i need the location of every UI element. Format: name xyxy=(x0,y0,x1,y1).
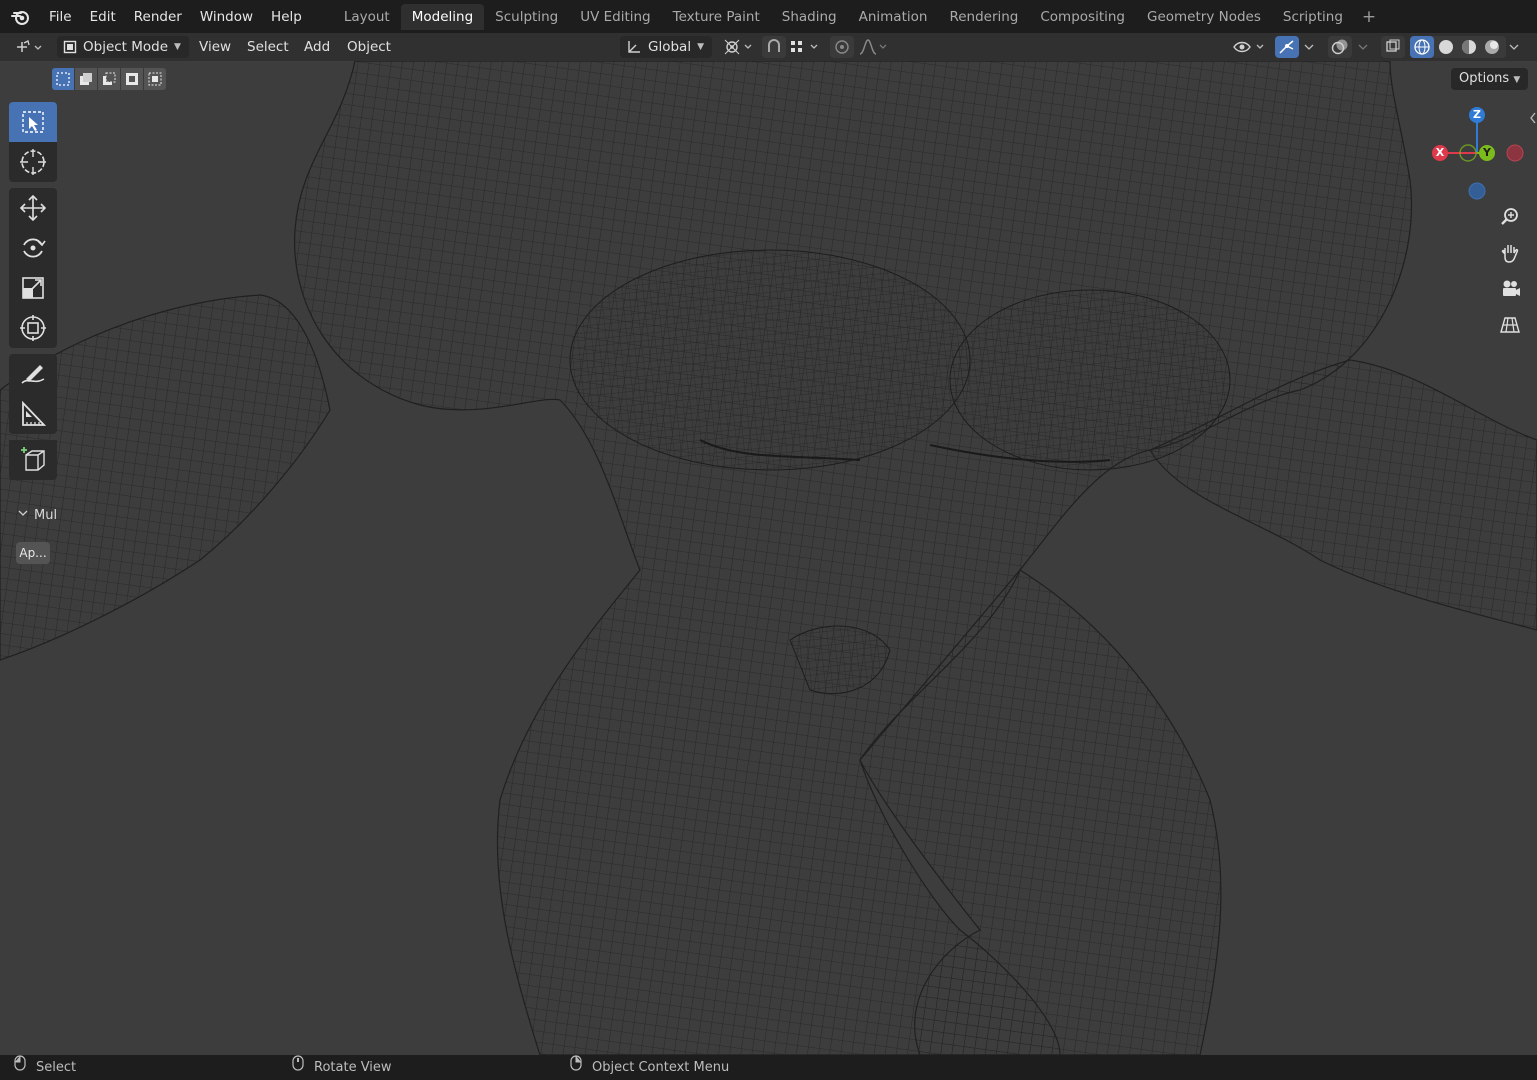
gizmo-y-axis[interactable]: Y xyxy=(1479,145,1495,161)
move-tool[interactable] xyxy=(9,188,57,228)
object-mode-icon xyxy=(63,40,77,54)
chevron-down-icon: ▼ xyxy=(174,42,181,52)
chevron-down-icon[interactable] xyxy=(1507,36,1521,58)
menu-add[interactable]: Add xyxy=(304,36,330,58)
workspace-tabs: Layout Modeling Sculpting UV Editing Tex… xyxy=(333,0,1384,33)
menu-object[interactable]: Object xyxy=(347,36,391,58)
status-rotate-label: Rotate View xyxy=(314,1060,392,1075)
select-extend-icon[interactable] xyxy=(75,68,98,90)
select-subtract-icon[interactable] xyxy=(98,68,121,90)
tool-shelf xyxy=(9,102,59,480)
options-label: Options xyxy=(1459,71,1510,86)
sidebar-toggle-icon[interactable] xyxy=(1528,111,1537,125)
select-intersect-icon[interactable] xyxy=(144,68,166,90)
tab-rendering[interactable]: Rendering xyxy=(938,4,1029,30)
status-select-label: Select xyxy=(36,1060,77,1075)
menu-file[interactable]: File xyxy=(40,4,81,30)
options-dropdown[interactable]: Options ▼ xyxy=(1451,68,1529,90)
menu-view[interactable]: View xyxy=(199,36,231,58)
transform-tool[interactable] xyxy=(9,308,57,348)
camera-view-icon[interactable] xyxy=(1494,273,1526,305)
scale-tool[interactable] xyxy=(9,268,57,308)
add-workspace-icon[interactable]: + xyxy=(1354,7,1384,27)
last-operator-title: Mul xyxy=(34,507,58,523)
show-gizmo-icon[interactable] xyxy=(1275,36,1299,58)
mouse-middle-icon xyxy=(292,1055,304,1080)
perspective-toggle-icon[interactable] xyxy=(1494,309,1526,341)
status-context-menu: Object Context Menu xyxy=(570,1055,729,1080)
mouse-left-icon xyxy=(14,1055,26,1080)
tab-scripting[interactable]: Scripting xyxy=(1272,4,1354,30)
menu-edit[interactable]: Edit xyxy=(81,4,125,30)
last-operator-panel[interactable]: Mul xyxy=(17,507,57,523)
mouse-right-icon xyxy=(570,1055,582,1080)
add-cube-tool[interactable] xyxy=(9,440,57,480)
snap-toggle-icon[interactable] xyxy=(762,36,786,58)
chevron-down-icon xyxy=(17,507,29,523)
menu-window[interactable]: Window xyxy=(191,4,262,30)
chevron-down-icon[interactable] xyxy=(1302,36,1316,58)
annotate-tool[interactable] xyxy=(9,354,57,394)
tab-shading[interactable]: Shading xyxy=(771,4,848,30)
chevron-down-icon: ▼ xyxy=(697,42,704,52)
pan-hand-icon[interactable] xyxy=(1494,237,1526,269)
chevron-down-icon[interactable] xyxy=(1356,36,1370,58)
tab-geometry-nodes[interactable]: Geometry Nodes xyxy=(1136,4,1272,30)
select-box-tool[interactable] xyxy=(9,102,57,142)
snap-target-icon[interactable] xyxy=(789,36,823,58)
gizmo-x-axis[interactable]: X xyxy=(1432,145,1448,161)
cursor-tool[interactable] xyxy=(9,142,57,182)
tab-layout[interactable]: Layout xyxy=(333,4,401,30)
editor-type-icon[interactable] xyxy=(14,36,44,58)
wireframe-mesh xyxy=(0,61,1537,1055)
status-select: Select xyxy=(14,1055,76,1080)
navigation-gizmo[interactable]: Z X Y xyxy=(1425,100,1535,210)
rotate-tool[interactable] xyxy=(9,228,57,268)
tab-sculpting[interactable]: Sculpting xyxy=(484,4,569,30)
top-bar: File Edit Render Window Help Layout Mode… xyxy=(0,0,1537,33)
mode-label: Object Mode xyxy=(83,39,169,55)
tab-uv-editing[interactable]: UV Editing xyxy=(569,4,661,30)
menu-help[interactable]: Help xyxy=(262,4,311,30)
visibility-icon[interactable] xyxy=(1232,36,1268,58)
apply-button[interactable]: Ap... xyxy=(16,542,50,564)
shading-modes xyxy=(1410,36,1506,58)
viewport-header: Object Mode ▼ View Select Add Object Glo… xyxy=(0,33,1537,61)
3d-viewport[interactable]: Options ▼ Mul Ap... Z X Y xyxy=(0,61,1537,1055)
menu-select[interactable]: Select xyxy=(247,36,289,58)
orientation-dropdown[interactable]: Global ▼ xyxy=(620,36,712,58)
tab-compositing[interactable]: Compositing xyxy=(1029,4,1136,30)
select-new-icon[interactable] xyxy=(52,68,75,90)
menu-render[interactable]: Render xyxy=(125,4,191,30)
overlays-icon[interactable] xyxy=(1328,36,1352,58)
blender-logo-icon[interactable] xyxy=(10,6,32,28)
tab-animation[interactable]: Animation xyxy=(848,4,939,30)
gizmo-z-axis[interactable]: Z xyxy=(1469,107,1485,123)
chevron-down-icon: ▼ xyxy=(1513,75,1521,85)
status-context-label: Object Context Menu xyxy=(592,1060,730,1075)
transform-orientation-icon xyxy=(626,39,642,55)
selection-mode-group xyxy=(52,68,166,90)
tab-modeling[interactable]: Modeling xyxy=(400,3,485,30)
orientation-label: Global xyxy=(648,39,692,55)
measure-tool[interactable] xyxy=(9,394,57,434)
status-bar: Select Rotate View Object Context Menu xyxy=(0,1055,1537,1080)
proportional-editing-icon[interactable] xyxy=(830,36,854,58)
xray-toggle-icon[interactable] xyxy=(1381,36,1405,58)
zoom-icon[interactable] xyxy=(1494,201,1526,233)
status-rotate: Rotate View xyxy=(292,1055,392,1080)
tab-texture-paint[interactable]: Texture Paint xyxy=(662,4,771,30)
pivot-point-icon[interactable] xyxy=(722,36,756,58)
mode-dropdown[interactable]: Object Mode ▼ xyxy=(57,36,189,58)
proportional-falloff-icon[interactable] xyxy=(858,36,890,58)
select-invert-icon[interactable] xyxy=(121,68,144,90)
